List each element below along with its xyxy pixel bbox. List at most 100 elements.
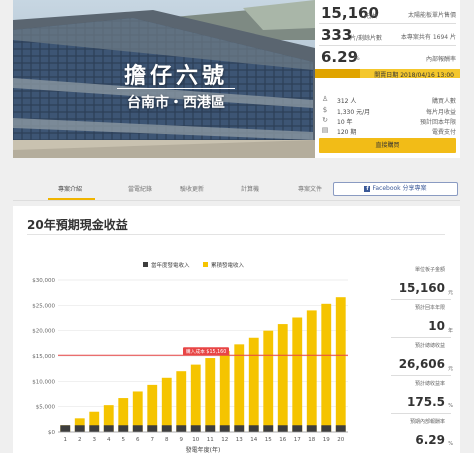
bar-annual xyxy=(89,425,100,432)
sale-start-bar: 開賣日期 2018/04/16 13:00 xyxy=(315,69,460,79)
tab-power-record[interactable]: 當電紀錄 xyxy=(128,184,152,193)
bar-cumulative xyxy=(248,337,259,432)
bar-annual xyxy=(234,425,245,432)
bar-cumulative xyxy=(190,364,201,432)
tab-divider xyxy=(13,200,460,201)
card-title: 20年預期現金收益 xyxy=(27,218,128,232)
summary-label: 預計總收益率 xyxy=(414,381,445,387)
x-tick-label: 3 xyxy=(93,437,97,443)
summary-label: 預計總總收益 xyxy=(414,343,445,349)
price-stat: 15,160 元/片 太陽能板單片售價 xyxy=(315,2,460,24)
price-unit: 元/片 xyxy=(364,13,379,20)
bar-cumulative xyxy=(147,384,158,432)
billing-row: ▤ 120 期 電費支付 xyxy=(315,126,460,137)
bar-cumulative xyxy=(321,303,332,432)
row-value: 1,330 元/月 xyxy=(337,109,371,116)
bar-cumulative xyxy=(176,371,187,432)
row-label: 購買人數 xyxy=(431,98,456,105)
y-tick-label: $30,000 xyxy=(32,278,55,284)
bar-annual xyxy=(190,425,201,432)
summary-value: 175.5 xyxy=(407,395,445,409)
legend-swatch-annual xyxy=(143,262,148,267)
bar-cumulative xyxy=(335,297,346,432)
x-tick-label: 19 xyxy=(323,437,330,443)
bar-annual xyxy=(277,425,288,432)
page: 擔仔六號 台南市・西港區 15,160 元/片 太陽能板單片售價 333 片/剩… xyxy=(0,0,474,453)
bar-cumulative xyxy=(292,317,303,432)
legend-swatch-cumulative xyxy=(203,262,208,267)
bar-annual xyxy=(176,425,187,432)
row-value: 10 年 xyxy=(337,119,353,126)
y-tick-label: $5,000 xyxy=(36,405,56,411)
summary-unit: 年 xyxy=(447,328,453,334)
remaining-stat: 333 片/剩餘片數 本專案共有 1694 片 xyxy=(315,24,460,46)
facebook-share-button[interactable]: f Facebook 分享專案 xyxy=(333,182,458,196)
x-tick-label: 9 xyxy=(180,437,184,443)
bar-annual xyxy=(118,425,129,432)
legend-label-annual: 當年度發電收入 xyxy=(151,261,190,269)
summary-label: 預期內部報酬率 xyxy=(409,419,445,425)
bar-annual xyxy=(132,425,143,432)
project-hero-image: 擔仔六號 台南市・西港區 xyxy=(13,0,315,158)
x-tick-label: 13 xyxy=(236,437,243,443)
x-tick-label: 15 xyxy=(265,437,272,443)
sale-start-date: 開賣日期 2018/04/16 13:00 xyxy=(374,72,454,79)
irr-stat: 6.29 % 內部報酬率 xyxy=(315,46,460,68)
facebook-share-label: Facebook 分享專案 xyxy=(372,185,427,192)
card-divider xyxy=(27,234,445,235)
irr-unit: % xyxy=(354,55,360,62)
bar-annual xyxy=(103,425,114,432)
bar-annual xyxy=(263,425,274,432)
tab-project-intro[interactable]: 專案介紹 xyxy=(58,184,82,193)
summary-unit: 元 xyxy=(447,366,453,372)
tab-documents[interactable]: 專案文件 xyxy=(298,184,322,193)
sale-start-progress xyxy=(315,69,360,78)
y-tick-label: $10,000 xyxy=(32,379,55,385)
summary-value: 10 xyxy=(428,319,445,333)
refresh-icon: ↻ xyxy=(322,116,328,124)
bar-cumulative xyxy=(277,324,288,432)
project-info-panel: 15,160 元/片 太陽能板單片售價 333 片/剩餘片數 本專案共有 169… xyxy=(315,0,460,158)
x-tick-label: 10 xyxy=(192,437,199,443)
summary-value: 6.29 xyxy=(415,433,445,447)
bar-annual xyxy=(60,425,71,432)
tab-acceptance-updates[interactable]: 驗收更新 xyxy=(180,184,204,193)
clipboard-icon: ▤ xyxy=(321,126,329,134)
buyers-row: ♙ 312 人 購買人數 xyxy=(315,95,460,106)
row-value: 120 期 xyxy=(337,129,357,136)
summary-value: 15,160 xyxy=(398,281,445,295)
bar-cumulative xyxy=(161,377,172,432)
row-label: 電費支付 xyxy=(431,129,456,136)
cashflow-chart: $0 $5,000 $10,000 $15,000 $20,000 $25,000 $30,… xyxy=(32,261,348,453)
row-label: 每片月收益 xyxy=(425,109,456,116)
x-tick-label: 20 xyxy=(337,437,344,443)
x-tick-label: 8 xyxy=(165,437,169,443)
x-tick-label: 16 xyxy=(279,437,286,443)
cashflow-card: 20年預期現金收益 $0 $5,000 $10,000 $15,000 $20,000 $… xyxy=(13,206,460,453)
x-tick-label: 5 xyxy=(122,437,126,443)
bar-cumulative xyxy=(205,358,216,432)
project-name: 擔仔六號 xyxy=(123,64,228,89)
summary-unit: % xyxy=(448,403,453,409)
x-tick-label: 1 xyxy=(64,437,68,443)
summary-unit: 元 xyxy=(447,290,453,296)
summary-divider xyxy=(391,299,451,300)
x-tick-label: 2 xyxy=(78,437,82,443)
row-value: 312 人 xyxy=(337,98,357,105)
remaining-unit: 片/剩餘片數 xyxy=(350,35,383,42)
summary-divider xyxy=(391,413,451,414)
bar-annual xyxy=(219,425,230,432)
summary-value: 26,606 xyxy=(398,357,445,371)
bar-annual xyxy=(292,425,303,432)
x-tick-label: 6 xyxy=(136,437,140,443)
bar-annual xyxy=(205,425,216,432)
bar-annual xyxy=(335,425,346,432)
bar-annual xyxy=(161,425,172,432)
buy-now-button[interactable]: 直接購買 xyxy=(319,138,456,153)
y-tick-label: $25,000 xyxy=(32,303,55,309)
summary-divider xyxy=(391,337,451,338)
cost-reference-label: 購入成本 $15,160 xyxy=(186,348,227,355)
hero-divider xyxy=(117,88,235,89)
tab-calculator[interactable]: 計算機 xyxy=(241,184,259,193)
bar-annual xyxy=(74,425,85,432)
